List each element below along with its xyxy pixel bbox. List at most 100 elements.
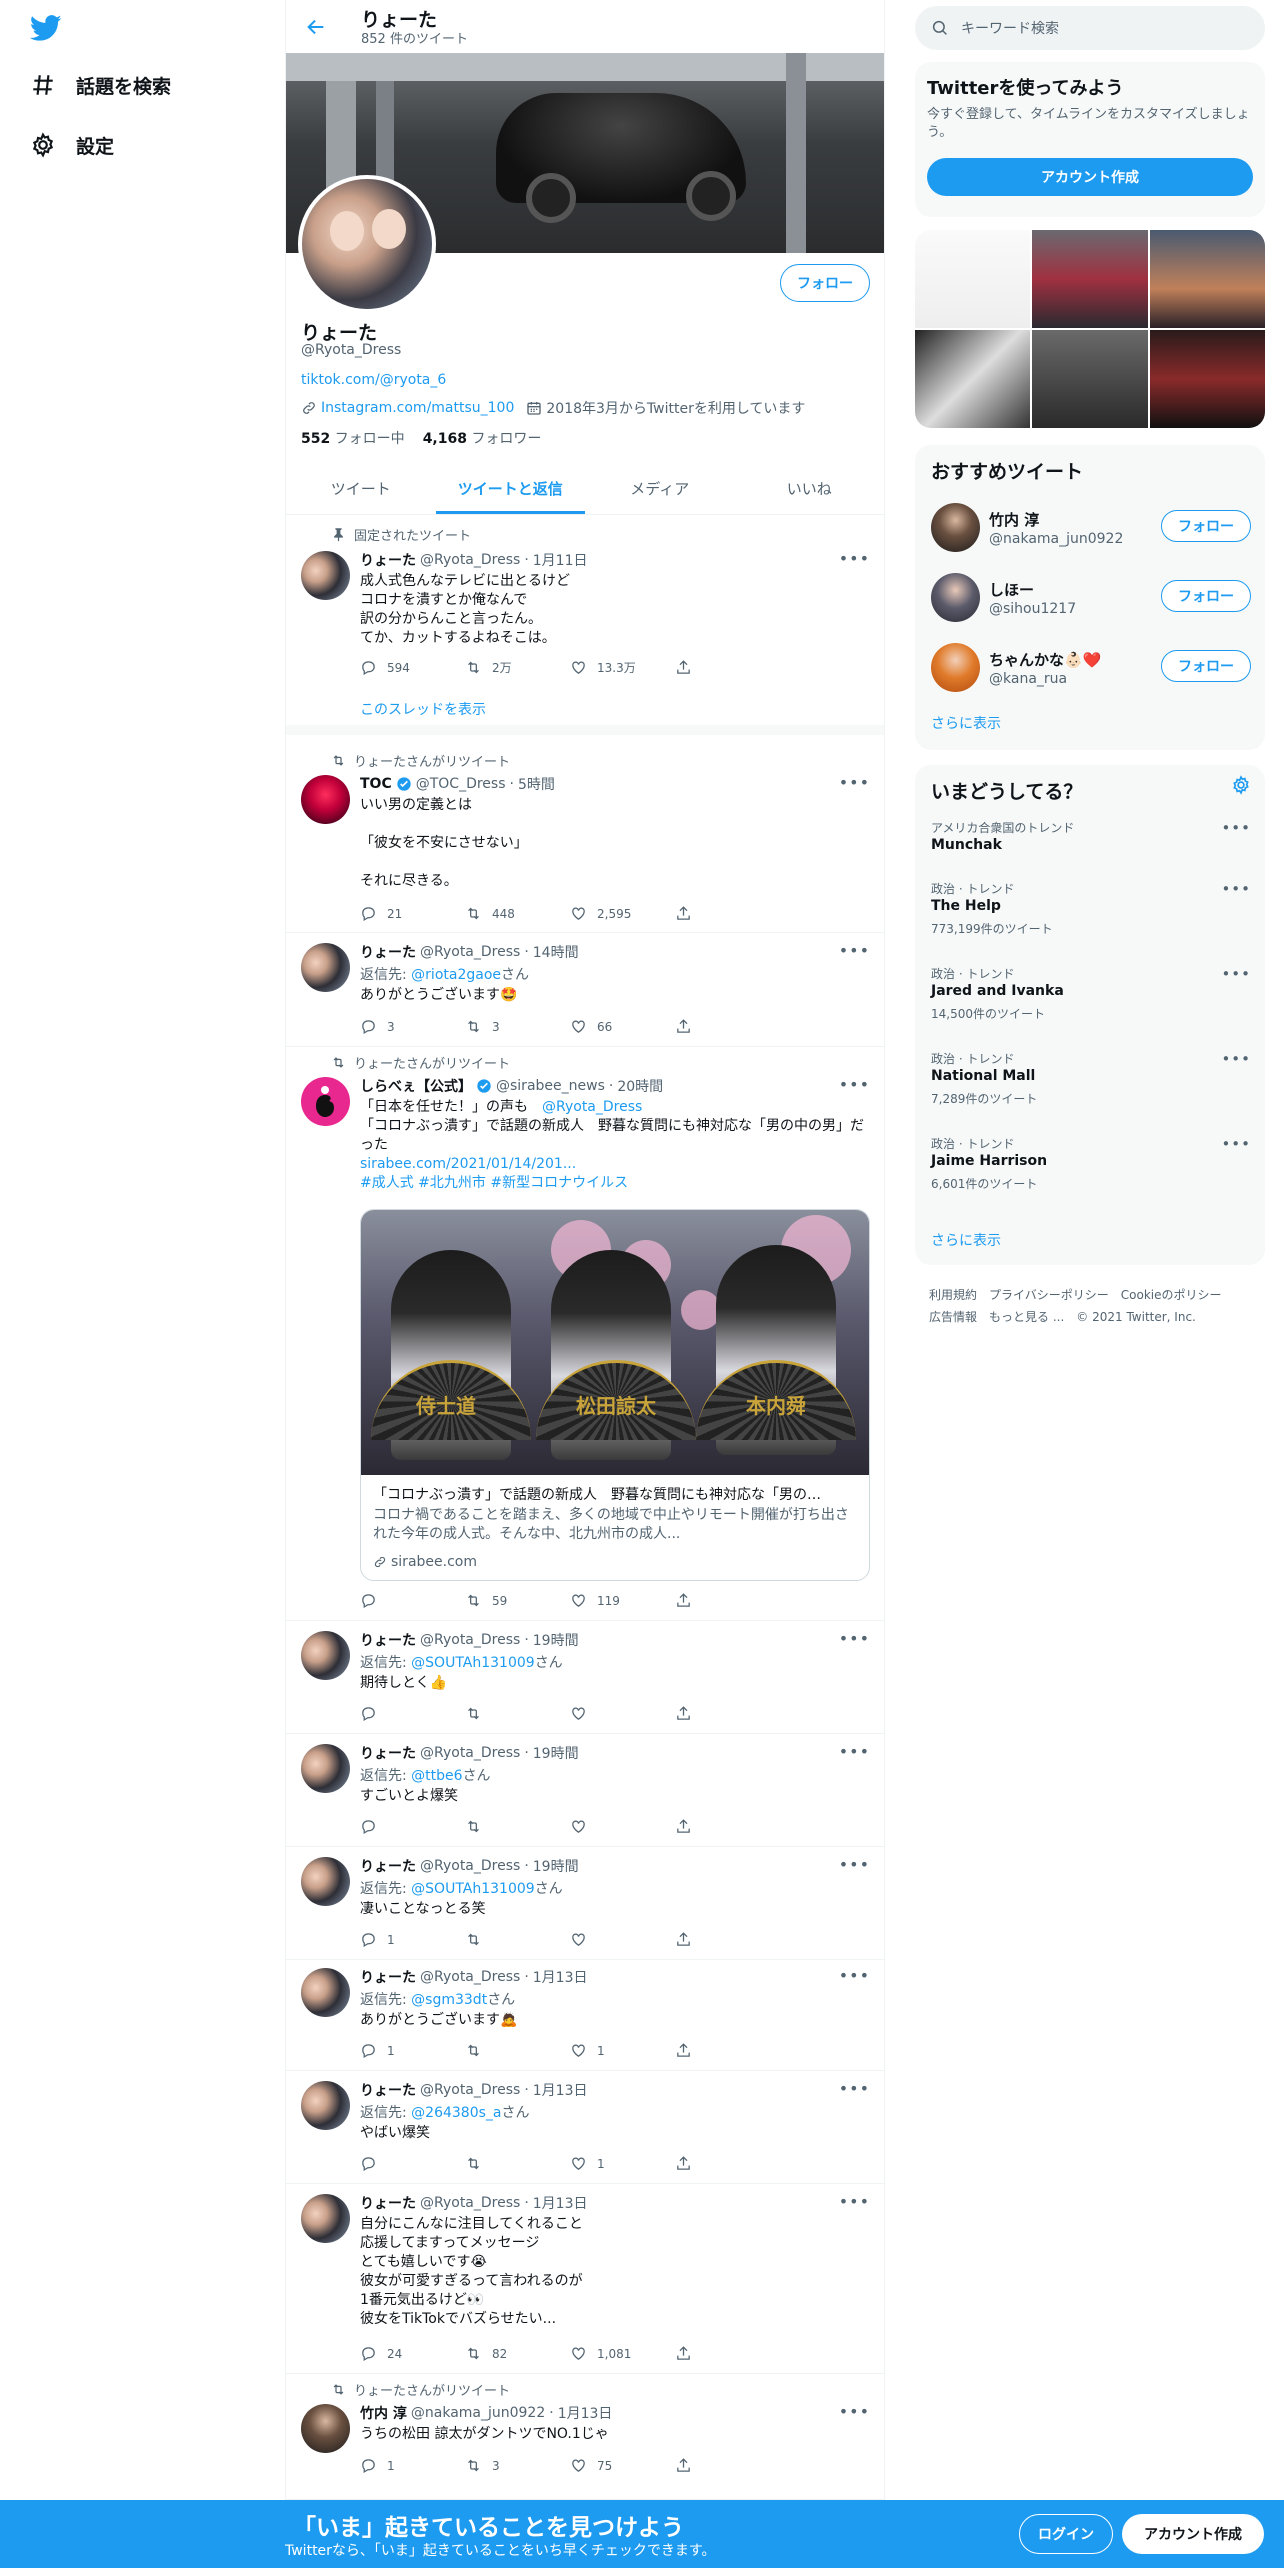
signup-button[interactable]: アカウント作成 xyxy=(927,158,1253,196)
tweet-handle[interactable]: @Ryota_Dress xyxy=(420,552,520,568)
reply-button[interactable] xyxy=(360,2155,465,2172)
like-button[interactable]: 1 xyxy=(570,2042,675,2059)
tweet[interactable]: ••• りょーた @Ryota_Dress · 1月13日 返信先: @sgm33… xyxy=(286,1958,884,2071)
tweet-time[interactable]: 19時間 xyxy=(533,1630,579,1650)
avatar[interactable] xyxy=(301,1968,350,2017)
following-link[interactable]: 552 フォロー中 xyxy=(301,428,405,448)
reply-button[interactable]: 594 xyxy=(360,659,465,676)
like-button[interactable] xyxy=(570,1705,675,1722)
like-button[interactable]: 66 xyxy=(570,1018,675,1035)
tweet-handle[interactable]: @sirabee_news xyxy=(496,1078,605,1094)
follow-button[interactable]: フォロー xyxy=(780,264,870,302)
who-show-more-link[interactable]: さらに表示 xyxy=(931,713,1001,733)
profile-bio-link[interactable]: tiktok.com/@ryota_6 xyxy=(301,372,446,388)
nav-settings[interactable]: 設定 xyxy=(30,123,114,167)
footer-link[interactable]: プライバシーポリシー xyxy=(989,1288,1109,1302)
trends-show-more-link[interactable]: さらに表示 xyxy=(931,1230,1001,1250)
tweet-author[interactable]: りょーた xyxy=(360,942,416,962)
avatar[interactable] xyxy=(301,1077,350,1126)
media-thumbnail[interactable] xyxy=(915,330,1031,428)
media-thumbnail[interactable] xyxy=(1032,230,1148,328)
hashtags[interactable]: #成人式 #北九州市 #新型コロナウイルス xyxy=(360,1175,628,1191)
avatar[interactable] xyxy=(301,2081,350,2130)
tweet[interactable]: りょーたさんがリツイート ••• 竹内 淳 @nakama_jun0922 · 1… xyxy=(286,2374,884,2500)
share-button[interactable] xyxy=(675,659,780,676)
reply-button[interactable]: 1 xyxy=(360,2042,465,2059)
tweet-handle[interactable]: @Ryota_Dress xyxy=(420,1632,520,1648)
followers-link[interactable]: 4,168 フォロワー xyxy=(423,428,542,448)
reply-button[interactable]: 3 xyxy=(360,1018,465,1035)
reply-to-mention[interactable]: @SOUTAh131009 xyxy=(411,1881,535,1897)
retweet-button[interactable]: 82 xyxy=(465,2345,570,2362)
avatar[interactable] xyxy=(931,503,980,552)
tweet[interactable]: ••• りょーた @Ryota_Dress · 14時間 返信先: @riota2… xyxy=(286,933,884,1047)
share-button[interactable] xyxy=(675,2345,780,2362)
tweet[interactable]: ••• りょーた @Ryota_Dress · 19時間 返信先: @ttbe6さ… xyxy=(286,1734,884,1847)
tweet-author[interactable]: りょーた xyxy=(360,1743,416,1763)
trend-item[interactable]: 政治 · トレンド The Help 773,199件のツイート ••• xyxy=(915,880,1265,960)
back-button[interactable] xyxy=(298,9,334,45)
login-button[interactable]: ログイン xyxy=(1019,2514,1113,2554)
profile-avatar[interactable] xyxy=(298,175,436,313)
avatar[interactable] xyxy=(301,2404,350,2453)
trend-item[interactable]: 政治 · トレンド Jared and Ivanka 14,500件のツイート … xyxy=(915,965,1265,1045)
reply-button[interactable]: 1 xyxy=(360,1931,465,1948)
signup-button[interactable]: アカウント作成 xyxy=(1122,2514,1264,2554)
profile-website-link[interactable]: Instagram.com/mattsu_100 xyxy=(321,400,514,416)
more-options-icon[interactable]: ••• xyxy=(1221,1050,1251,1068)
tweet-handle[interactable]: @Ryota_Dress xyxy=(420,2195,520,2211)
tweet-author[interactable]: りょーた xyxy=(360,2080,416,2100)
share-button[interactable] xyxy=(675,2155,780,2172)
trends-settings-gear-icon[interactable] xyxy=(1231,775,1251,795)
link-card[interactable]: 侍士道 松田諒太 本内舜 「コロナぶっ潰す」で話題の新成人 野暮な質問にも神対応… xyxy=(360,1209,870,1581)
reply-button[interactable] xyxy=(360,1705,465,1722)
media-thumbnail[interactable] xyxy=(1149,330,1265,428)
share-button[interactable] xyxy=(675,1018,780,1035)
search-input[interactable]: キーワード検索 xyxy=(961,18,1059,38)
tweet-author[interactable]: りょーた xyxy=(360,550,416,570)
avatar[interactable] xyxy=(301,2194,350,2243)
tweet-handle[interactable]: @Ryota_Dress xyxy=(420,1745,520,1761)
share-button[interactable] xyxy=(675,905,780,922)
avatar[interactable] xyxy=(931,573,980,622)
article-url-link[interactable]: sirabee.com/2021/01/14/201... xyxy=(360,1156,576,1172)
tweet-time[interactable]: 20時間 xyxy=(617,1076,663,1096)
tab-likes[interactable]: いいね xyxy=(735,462,885,514)
trend-item[interactable]: 政治 · トレンド Jaime Harrison 6,601件のツイート ••• xyxy=(915,1135,1265,1215)
more-options-icon[interactable]: ••• xyxy=(1221,880,1251,898)
tweet[interactable]: ••• りょーた @Ryota_Dress · 1月13日 返信先: @26438… xyxy=(286,2071,884,2184)
tweet-time[interactable]: 5時間 xyxy=(518,774,555,794)
avatar[interactable] xyxy=(301,551,350,600)
like-button[interactable]: 75 xyxy=(570,2457,675,2474)
tweet-time[interactable]: 1月13日 xyxy=(533,2080,588,2100)
retweet-button[interactable] xyxy=(465,1705,570,1722)
tweet[interactable]: ••• りょーた @Ryota_Dress · 19時間 返信先: @SOUTAh… xyxy=(286,1621,884,1734)
avatar[interactable] xyxy=(301,1744,350,1793)
tweet-author[interactable]: しらべぇ【公式】 xyxy=(360,1076,472,1096)
share-button[interactable] xyxy=(675,1931,780,1948)
like-button[interactable]: 1,081 xyxy=(570,2345,675,2362)
show-thread-link[interactable]: このスレッドを表示 xyxy=(360,699,486,719)
avatar[interactable] xyxy=(301,1631,350,1680)
tweet-time[interactable]: 14時間 xyxy=(533,942,579,962)
nav-explore[interactable]: 話題を検索 xyxy=(30,63,171,107)
follow-button[interactable]: フォロー xyxy=(1161,650,1251,682)
media-thumbnail[interactable] xyxy=(915,230,1031,328)
follow-button[interactable]: フォロー xyxy=(1161,510,1251,542)
reply-to-mention[interactable]: @riota2gaoe xyxy=(411,967,501,983)
retweet-button[interactable]: 2万 xyxy=(465,659,570,676)
reply-button[interactable]: 24 xyxy=(360,2345,465,2362)
tweet-author[interactable]: りょーた xyxy=(360,1967,416,1987)
media-thumbnail[interactable] xyxy=(1149,230,1265,328)
footer-link[interactable]: もっと見る ... xyxy=(989,1310,1064,1324)
footer-link[interactable]: 利用規約 xyxy=(929,1288,977,1302)
tweet-time[interactable]: 1月13日 xyxy=(533,1967,588,1987)
retweet-button[interactable]: 448 xyxy=(465,905,570,922)
tweet-handle[interactable]: @TOC_Dress xyxy=(416,776,506,792)
tweet-time[interactable]: 1月13日 xyxy=(558,2403,613,2423)
who-to-follow-item[interactable]: 竹内 淳 @nakama_jun0922 フォロー xyxy=(915,493,1265,563)
like-button[interactable] xyxy=(570,1818,675,1835)
tweet-time[interactable]: 19時間 xyxy=(533,1856,579,1876)
avatar[interactable] xyxy=(301,775,350,824)
retweet-button[interactable] xyxy=(465,1931,570,1948)
